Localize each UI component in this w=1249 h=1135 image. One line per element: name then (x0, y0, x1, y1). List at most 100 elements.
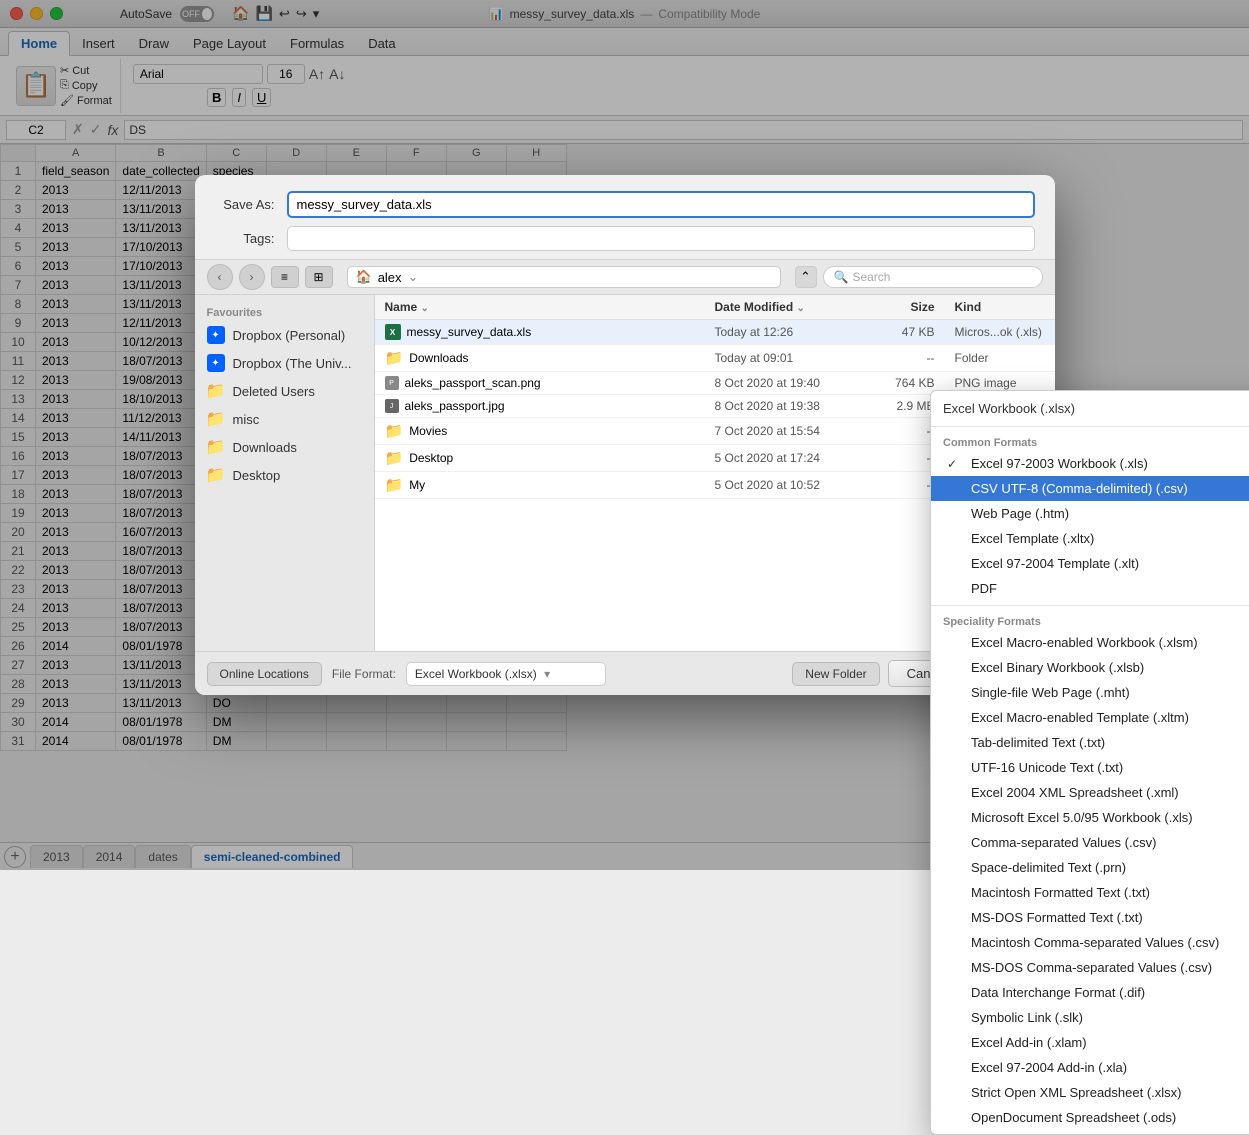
dropdown-item-xlt97[interactable]: Excel 97-2004 Template (.xlt) (931, 551, 1249, 576)
specialty-item-label: Excel Add-in (.xlam) (971, 1035, 1087, 1050)
file-name-cell: J aleks_passport.jpg (375, 395, 705, 417)
filename-input[interactable] (287, 191, 1035, 218)
dropbox-univ-label: Dropbox (The Univ... (233, 356, 352, 371)
dropdown-specialty-item[interactable]: Microsoft Excel 5.0/95 Workbook (.xls) (931, 805, 1249, 830)
sidebar-item-dropbox-personal[interactable]: ✦ Dropbox (Personal) (195, 321, 374, 349)
search-icon: 🔍 (834, 270, 849, 284)
forward-button[interactable]: › (239, 264, 265, 290)
dropdown-specialty-item[interactable]: Tab-delimited Text (.txt) (931, 730, 1249, 755)
file-format-label: File Format: (332, 667, 396, 681)
dropdown-specialty-item[interactable]: Space-delimited Text (.prn) (931, 855, 1249, 880)
checkmark-xls97: ✓ (947, 457, 963, 471)
file-date-cell: 5 Oct 2020 at 10:52 (705, 474, 865, 496)
dropdown-item-pdf[interactable]: PDF (931, 576, 1249, 601)
sidebar-item-downloads[interactable]: 📁 Downloads (195, 433, 374, 461)
specialty-item-label: Macintosh Comma-separated Values (.csv) (971, 935, 1219, 950)
col-name-header[interactable]: Name ⌄ (375, 295, 705, 319)
dropdown-item-xltx[interactable]: Excel Template (.xltx) (931, 526, 1249, 551)
dropdown-specialty-item[interactable]: Data Interchange Format (.dif) (931, 980, 1249, 1005)
file-date-cell: 5 Oct 2020 at 17:24 (705, 447, 865, 469)
dropdown-specialty-item[interactable]: Excel 2004 XML Spreadsheet (.xml) (931, 780, 1249, 805)
dropdown-title: Excel Workbook (.xlsx) (931, 395, 1249, 422)
new-folder-button[interactable]: New Folder (792, 662, 879, 686)
back-button[interactable]: ‹ (207, 264, 233, 290)
file-row[interactable]: X messy_survey_data.xls Today at 12:26 4… (375, 320, 1055, 345)
tags-label: Tags: (215, 231, 275, 246)
online-locations-button[interactable]: Online Locations (207, 662, 322, 686)
dropdown-item-webpage[interactable]: Web Page (.htm) (931, 501, 1249, 526)
dropdown-specialty-item[interactable]: UTF-16 Unicode Text (.txt) (931, 755, 1249, 780)
excel-file-icon: X (385, 324, 401, 340)
dropdown-specialty-item[interactable]: Macintosh Comma-separated Values (.csv) (931, 930, 1249, 955)
specialty-item-label: OpenDocument Spreadsheet (.ods) (971, 1110, 1176, 1125)
sidebar-item-deleted-users[interactable]: 📁 Deleted Users (195, 377, 374, 405)
pdf-label: PDF (971, 581, 997, 596)
view-list-button[interactable]: ≡ (271, 266, 299, 288)
file-kind-cell: Micros...ok (.xls) (945, 321, 1055, 343)
file-kind-cell: Folder (945, 347, 1055, 369)
path-home-icon: 🏠 (356, 269, 372, 285)
dropdown-specialty-item[interactable]: MS-DOS Comma-separated Values (.csv) (931, 955, 1249, 980)
dropdown-specialty-item[interactable]: Excel Binary Workbook (.xlsb) (931, 655, 1249, 680)
dropdown-specialty-item[interactable]: MS-DOS Formatted Text (.txt) (931, 905, 1249, 930)
dropdown-specialty-item[interactable]: Excel 97-2004 Add-in (.xla) (931, 1055, 1249, 1080)
file-date-cell: Today at 12:26 (705, 321, 865, 343)
folder-icon: 📁 (385, 476, 404, 494)
col-date-header[interactable]: Date Modified ⌄ (705, 295, 865, 319)
col-kind-header[interactable]: Kind (945, 295, 1055, 319)
sidebar-item-misc[interactable]: 📁 misc (195, 405, 374, 433)
specialty-item-label: Tab-delimited Text (.txt) (971, 735, 1105, 750)
col-size-header[interactable]: Size (865, 295, 945, 319)
tags-row: Tags: (215, 226, 1035, 251)
file-name: messy_survey_data.xls (407, 325, 532, 339)
dialog-body: Favourites ✦ Dropbox (Personal) ✦ Dropbo… (195, 295, 1055, 651)
dropdown-specialty-item[interactable]: OpenDocument Spreadsheet (.ods) (931, 1105, 1249, 1130)
desktop-icon: 📁 (207, 466, 225, 484)
specialty-item-label: Excel Macro-enabled Template (.xltm) (971, 710, 1189, 725)
current-path: alex (378, 270, 402, 285)
dropdown-item-csv-utf8[interactable]: CSV UTF-8 (Comma-delimited) (.csv) (931, 476, 1249, 501)
dropdown-specialty-item[interactable]: Macintosh Formatted Text (.txt) (931, 880, 1249, 905)
file-row[interactable]: 📁 Downloads Today at 09:01 -- Folder (375, 345, 1055, 372)
webpage-label: Web Page (.htm) (971, 506, 1069, 521)
sidebar-item-desktop[interactable]: 📁 Desktop (195, 461, 374, 489)
file-name-cell: X messy_survey_data.xls (375, 320, 705, 344)
dropdown-specialty-item[interactable]: Symbolic Link (.slk) (931, 1005, 1249, 1030)
file-name-cell: 📁 Downloads (375, 345, 705, 371)
dropbox-personal-icon: ✦ (207, 326, 225, 344)
dropdown-item-xls97[interactable]: ✓ Excel 97-2003 Workbook (.xls) (931, 451, 1249, 476)
specialty-item-label: MS-DOS Comma-separated Values (.csv) (971, 960, 1212, 975)
specialty-item-label: Strict Open XML Spreadsheet (.xlsx) (971, 1085, 1182, 1100)
specialty-item-label: Excel 97-2004 Add-in (.xla) (971, 1060, 1127, 1075)
expand-button[interactable]: ⌃ (795, 266, 817, 288)
dropdown-specialty-item[interactable]: Excel Add-in (.xlam) (931, 1030, 1249, 1055)
csv-utf8-label: CSV UTF-8 (Comma-delimited) (.csv) (971, 481, 1188, 496)
dropdown-specialty-item[interactable]: Excel Macro-enabled Workbook (.xlsm) (931, 630, 1249, 655)
specialty-formats-label: Speciality Formats (931, 610, 1249, 630)
search-box[interactable]: 🔍 Search Online Locations (823, 266, 1043, 288)
dropdown-specialty-item[interactable]: Single-file Web Page (.mht) (931, 680, 1249, 705)
file-name: Movies (409, 424, 447, 438)
file-name: Desktop (409, 451, 453, 465)
path-selector[interactable]: 🏠 alex ⌄ (347, 266, 781, 288)
file-list-header: Name ⌄ Date Modified ⌄ Size Kind (375, 295, 1055, 320)
sidebar-panel: Favourites ✦ Dropbox (Personal) ✦ Dropbo… (195, 295, 375, 651)
specialty-item-label: Excel 2004 XML Spreadsheet (.xml) (971, 785, 1179, 800)
view-icon-button[interactable]: ⊞ (305, 266, 333, 288)
jpg-file-icon: J (385, 399, 399, 413)
dropdown-specialty-item[interactable]: Strict Open XML Spreadsheet (.xlsx) (931, 1080, 1249, 1105)
sort-name-icon: ⌄ (421, 303, 429, 314)
dropdown-specialty-item[interactable]: Comma-separated Values (.csv) (931, 830, 1249, 855)
file-name: Downloads (409, 351, 468, 365)
file-name-cell: 📁 Movies (375, 418, 705, 444)
xltx-label: Excel Template (.xltx) (971, 531, 1094, 546)
specialty-item-label: Excel Macro-enabled Workbook (.xlsm) (971, 635, 1198, 650)
file-format-value: Excel Workbook (.xlsx) (415, 667, 537, 681)
footer-left: Online Locations File Format: Excel Work… (207, 662, 606, 686)
dropdown-specialty-item[interactable]: Excel Macro-enabled Template (.xltm) (931, 705, 1249, 730)
tags-input[interactable] (287, 226, 1035, 251)
sort-date-icon: ⌄ (797, 303, 805, 314)
search-placeholder: Search (852, 270, 890, 284)
file-format-selector[interactable]: Excel Workbook (.xlsx) ▾ (406, 662, 606, 686)
sidebar-item-dropbox-univ[interactable]: ✦ Dropbox (The Univ... (195, 349, 374, 377)
